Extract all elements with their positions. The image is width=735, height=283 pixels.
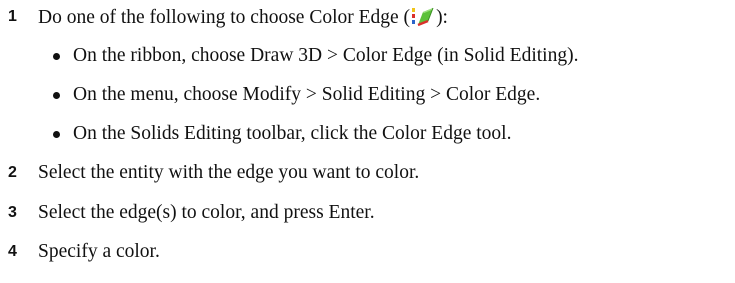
step-text: Select the edge(s) to color, and press E… (38, 202, 375, 223)
step-number: 4 (8, 243, 17, 260)
step-number: 1 (8, 8, 17, 25)
bullet-icon (53, 52, 60, 60)
bullet-icon (53, 130, 60, 138)
step-number: 3 (8, 204, 17, 221)
step-text-before-icon: Do one of the following to choose Color … (38, 6, 411, 28)
instruction-steps: 1 Do one of the following to choose Colo… (0, 0, 735, 283)
step-text: Do one of the following to choose Color … (38, 6, 448, 29)
step-text-after-icon: ): (436, 6, 448, 28)
step-text: Select the entity with the edge you want… (38, 162, 420, 183)
bullet-text: On the ribbon, choose Draw 3D > Color Ed… (73, 45, 579, 66)
color-edge-icon (412, 7, 434, 26)
bullet-text: On the menu, choose Modify > Solid Editi… (73, 84, 541, 105)
bullet-icon (53, 91, 60, 99)
step-number: 2 (8, 164, 17, 181)
bullet-text: On the Solids Editing toolbar, click the… (73, 123, 512, 144)
step-text: Specify a color. (38, 241, 160, 262)
